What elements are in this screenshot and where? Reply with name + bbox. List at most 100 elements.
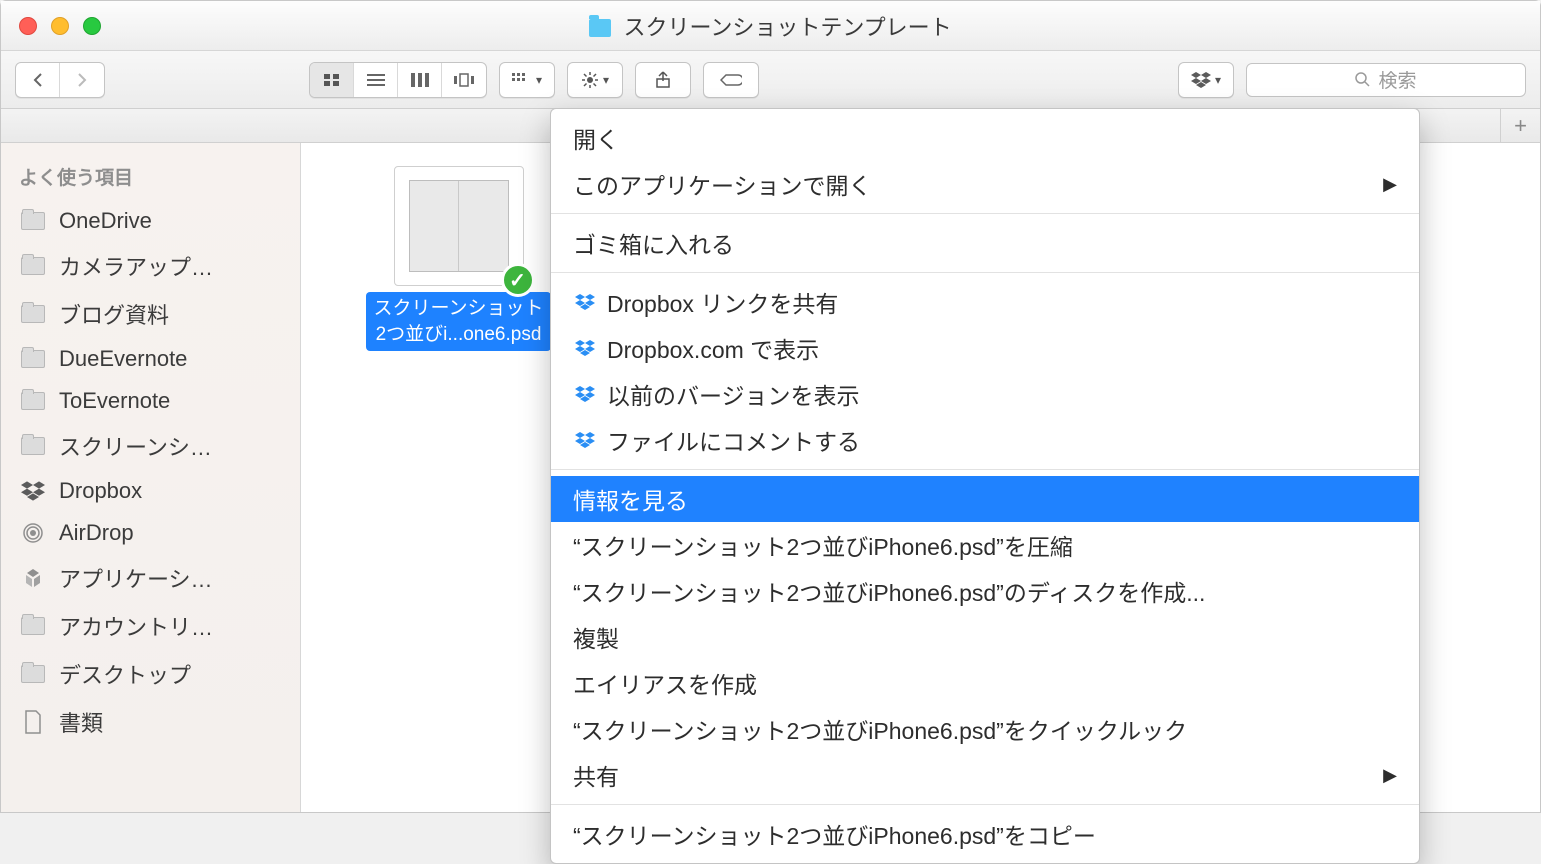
forward-button[interactable] [60,63,104,97]
sidebar-item-label: ブログ資料 [59,298,169,330]
nav-buttons [15,62,105,98]
sidebar-item-label: DueEvernote [59,346,187,372]
sidebar-header: よく使う項目 [1,157,300,200]
dropbox-icon [19,480,47,502]
close-window-button[interactable] [19,17,37,35]
titlebar: スクリーンショットテンプレート [1,1,1540,51]
dropbox-icon [573,382,597,406]
menu-item-label: “スクリーンショット2つ並びiPhone6.psd”のディスクを作成... [573,574,1205,608]
menu-item-label: 複製 [573,620,619,654]
column-view-button[interactable] [398,63,442,97]
menu-item[interactable]: エイリアスを作成 [551,660,1419,706]
traffic-lights [19,17,101,35]
folder-icon [19,210,47,232]
menu-item[interactable]: Dropbox.com で表示 [551,325,1419,371]
menu-item[interactable]: 情報を見る [551,476,1419,522]
app-icon [19,567,47,589]
airdrop-icon [19,522,47,544]
action-button[interactable]: ▾ [567,62,623,98]
sidebar-item[interactable]: OneDrive [1,200,300,242]
dropbox-toolbar-button[interactable]: ▾ [1178,62,1234,98]
search-icon [1355,72,1370,87]
window-title-text: スクリーンショットテンプレート [623,15,951,40]
sidebar-item[interactable]: スクリーンシ… [1,422,300,470]
sidebar-item[interactable]: Dropbox [1,470,300,512]
menu-item[interactable]: 共有▶ [551,752,1419,798]
file-thumbnail: ✓ [394,166,524,286]
sidebar-item-label: Dropbox [59,478,142,504]
chevron-down-icon: ▾ [603,73,609,87]
tags-button[interactable] [703,62,759,98]
menu-item-label: ゴミ箱に入れる [573,226,734,260]
window-title: スクリーンショットテンプレート [1,10,1540,42]
menu-item-label: Dropbox リンクを共有 [607,285,838,319]
folder-icon [19,348,47,370]
add-tab-button[interactable]: + [1500,109,1540,142]
menu-item-label: 開く [573,121,619,155]
sidebar-item[interactable]: 書類 [1,698,300,746]
menu-separator [551,272,1419,273]
coverflow-view-button[interactable] [442,63,486,97]
folder-icon [589,19,611,37]
menu-separator [551,804,1419,805]
minimize-window-button[interactable] [51,17,69,35]
menu-item[interactable]: “スクリーンショット2つ並びiPhone6.psd”を圧縮 [551,522,1419,568]
back-button[interactable] [16,63,60,97]
menu-item[interactable]: Dropbox リンクを共有 [551,279,1419,325]
menu-item-label: 共有 [573,758,619,792]
sidebar-item-label: OneDrive [59,208,152,234]
menu-item-label: Dropbox.com で表示 [607,331,819,365]
sidebar-item[interactable]: DueEvernote [1,338,300,380]
sidebar-item-label: カメラアップ… [59,250,213,282]
doc-icon [19,711,47,733]
sidebar-item[interactable]: AirDrop [1,512,300,554]
menu-item-label: “スクリーンショット2つ並びiPhone6.psd”をコピー [573,817,1096,851]
context-menu: 開くこのアプリケーションで開く ▶ ゴミ箱に入れる Dropbox リンクを共有 Dro… [550,108,1420,864]
share-button[interactable] [635,62,691,98]
menu-item[interactable]: ファイルにコメントする [551,417,1419,463]
sidebar-item-label: ToEvernote [59,388,170,414]
dropbox-icon [573,428,597,452]
menu-item-label: ファイルにコメントする [607,423,860,457]
menu-item[interactable]: 複製 [551,614,1419,660]
menu-item-label: 以前のバージョンを表示 [607,377,860,411]
menu-item[interactable]: このアプリケーションで開く ▶ [551,161,1419,207]
search-input[interactable]: 検索 [1246,63,1526,97]
folder-icon [19,663,47,685]
view-mode-buttons [309,62,487,98]
menu-item[interactable]: 以前のバージョンを表示 [551,371,1419,417]
icon-view-button[interactable] [310,63,354,97]
folder-icon [19,435,47,457]
sidebar-item[interactable]: カメラアップ… [1,242,300,290]
chevron-right-icon: ▶ [1383,174,1397,195]
folder-icon [19,615,47,637]
zoom-window-button[interactable] [83,17,101,35]
menu-item-label: 情報を見る [573,482,688,516]
folder-icon [19,390,47,412]
menu-separator [551,213,1419,214]
file-item[interactable]: ✓ スクリーンショット 2つ並びi...one6.psd [366,158,551,351]
dropbox-icon [573,336,597,360]
sidebar-item-label: アカウントリ… [59,610,213,642]
sidebar-item[interactable]: アカウントリ… [1,602,300,650]
menu-item[interactable]: ゴミ箱に入れる [551,220,1419,266]
sync-check-icon: ✓ [501,263,535,297]
sidebar-item-label: アプリケーシ… [59,562,213,594]
menu-item[interactable]: “スクリーンショット2つ並びiPhone6.psd”をクイックルック [551,706,1419,752]
search-placeholder: 検索 [1378,66,1416,93]
list-view-button[interactable] [354,63,398,97]
sidebar-item[interactable]: アプリケーシ… [1,554,300,602]
menu-item-label: このアプリケーションで開く [573,167,872,201]
menu-separator [551,469,1419,470]
menu-item[interactable]: 開く [551,115,1419,161]
folder-icon [19,303,47,325]
sidebar-item[interactable]: ブログ資料 [1,290,300,338]
sidebar-item[interactable]: ToEvernote [1,380,300,422]
arrange-button[interactable]: ▾ [499,62,555,98]
folder-icon [19,255,47,277]
chevron-down-icon: ▾ [1215,73,1221,87]
menu-item[interactable]: “スクリーンショット2つ並びiPhone6.psd”のディスクを作成... [551,568,1419,614]
sidebar-item[interactable]: デスクトップ [1,650,300,698]
menu-item-label: “スクリーンショット2つ並びiPhone6.psd”を圧縮 [573,528,1073,562]
menu-item[interactable]: “スクリーンショット2つ並びiPhone6.psd”をコピー [551,811,1419,857]
